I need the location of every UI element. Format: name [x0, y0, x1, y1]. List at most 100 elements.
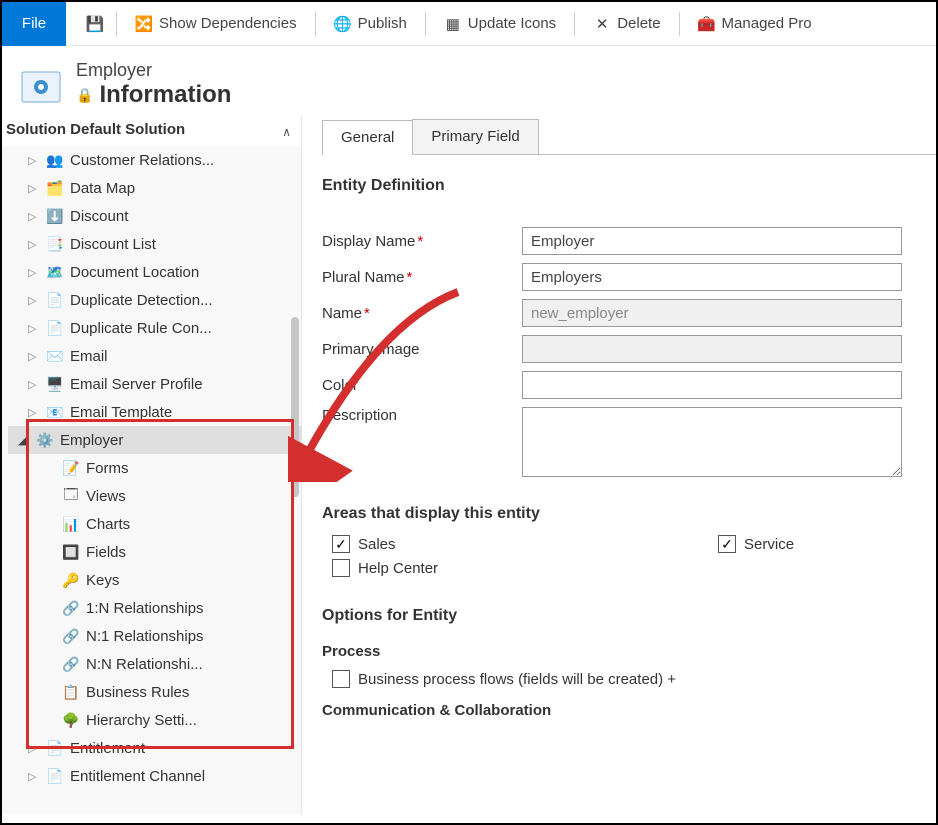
tree-item[interactable]: ▷🗺️Document Location	[8, 258, 301, 286]
entity-icon: 📑	[46, 235, 64, 253]
separator	[425, 12, 426, 36]
tree-subitem-views[interactable]: 🗔Views	[8, 482, 301, 510]
tree-item[interactable]: ▷📄Duplicate Rule Con...	[8, 314, 301, 342]
description-input[interactable]	[522, 407, 902, 477]
plural-name-input[interactable]	[522, 263, 902, 291]
checkbox-label: Sales	[358, 536, 396, 553]
tree-item[interactable]: ▷ 📄 Entitlement	[8, 734, 301, 762]
color-input[interactable]	[522, 371, 902, 399]
delete-icon: ✕	[593, 15, 611, 33]
entity-icon: ✉️	[46, 347, 64, 365]
show-dependencies-button[interactable]: 🔀 Show Dependencies	[129, 11, 303, 37]
expand-icon[interactable]: ▷	[28, 182, 40, 195]
main-area: Solution Default Solution ∧ ▷👥Customer R…	[2, 117, 936, 814]
tree-item-label: N:N Relationshi...	[86, 656, 203, 673]
field-display-name: Display Name*	[322, 223, 936, 259]
entity-name-title: Employer	[76, 60, 231, 81]
tree-item-label: Email Server Profile	[70, 376, 203, 393]
checkbox-icon	[332, 670, 350, 688]
checkbox-help-center[interactable]: Help Center	[332, 559, 438, 577]
expand-icon[interactable]: ▷	[28, 742, 40, 755]
tree-item[interactable]: ▷📧Email Template	[8, 398, 301, 426]
save-icon[interactable]: 💾	[86, 15, 104, 33]
tree-subitem-nn[interactable]: 🔗N:N Relationshi...	[8, 650, 301, 678]
tree-subitem-n1[interactable]: 🔗N:1 Relationships	[8, 622, 301, 650]
splitter-handle[interactable]: ⋮	[290, 466, 302, 470]
tree-item-employer[interactable]: ◢ ⚙️ Employer	[8, 426, 301, 454]
tab-strip: General Primary Field	[322, 119, 936, 155]
expand-icon[interactable]: ▷	[28, 770, 40, 783]
expand-icon[interactable]: ▷	[28, 266, 40, 279]
delete-label: Delete	[617, 15, 660, 32]
section-areas: Areas that display this entity	[322, 505, 936, 523]
areas-checkboxes: ✓Sales Help Center ✓Service	[332, 535, 936, 583]
separator	[116, 12, 117, 36]
entity-icon: 📄	[46, 739, 64, 757]
tree-item-label: Customer Relations...	[70, 152, 214, 169]
display-name-input[interactable]	[522, 227, 902, 255]
collapse-icon[interactable]: ◢	[18, 434, 30, 447]
entity-icon: 📄	[46, 319, 64, 337]
publish-button[interactable]: 🌐 Publish	[328, 11, 413, 37]
hierarchy-icon: 🌳	[62, 711, 80, 729]
tree-subitem-1n[interactable]: 🔗1:N Relationships	[8, 594, 301, 622]
gear-icon: ⚙️	[36, 431, 54, 449]
tree-subitem-forms[interactable]: 📝Forms	[8, 454, 301, 482]
file-button[interactable]: File	[2, 2, 66, 46]
checkbox-label: Help Center	[358, 560, 438, 577]
tree-item-label: Business Rules	[86, 684, 189, 701]
tree-item[interactable]: ▷🖥️Email Server Profile	[8, 370, 301, 398]
tree-item-label: Keys	[86, 572, 119, 589]
tree-item[interactable]: ▷ 📄 Entitlement Channel	[8, 762, 301, 790]
tree-item[interactable]: ▷📑Discount List	[8, 230, 301, 258]
tree-item-label: Charts	[86, 516, 130, 533]
tree-item-label: Employer	[60, 432, 123, 449]
checkbox-sales[interactable]: ✓Sales	[332, 535, 438, 553]
expand-icon[interactable]: ▷	[28, 350, 40, 363]
rules-icon: 📋	[62, 683, 80, 701]
expand-icon[interactable]: ▷	[28, 294, 40, 307]
tree-subitem-keys[interactable]: 🔑Keys	[8, 566, 301, 594]
tree-item[interactable]: ▷📄Duplicate Detection...	[8, 286, 301, 314]
tree-item-label: Entitlement Channel	[70, 768, 205, 785]
entity-icon: 📄	[46, 767, 64, 785]
tree-subitem-fields[interactable]: 🔲Fields	[8, 538, 301, 566]
managed-properties-button[interactable]: 🧰 Managed Pro	[692, 11, 818, 37]
name-label: Name*	[322, 305, 522, 322]
tree-item-label: Duplicate Detection...	[70, 292, 213, 309]
tree-subitem-hierarchy[interactable]: 🌳Hierarchy Setti...	[8, 706, 301, 734]
expand-icon[interactable]: ▷	[28, 322, 40, 335]
expand-icon[interactable]: ▷	[28, 238, 40, 251]
page-header: Employer 🔒 Information	[2, 46, 936, 117]
tree-item[interactable]: ▷⬇️Discount	[8, 202, 301, 230]
checkbox-label: Service	[744, 536, 794, 553]
tab-general[interactable]: General	[322, 120, 413, 155]
expand-icon[interactable]: ▷	[28, 378, 40, 391]
tab-primary-field[interactable]: Primary Field	[412, 119, 538, 154]
tree-item-label: Entitlement	[70, 740, 145, 757]
expand-icon[interactable]: ▷	[28, 210, 40, 223]
publish-label: Publish	[358, 15, 407, 32]
description-label: Description	[322, 407, 522, 424]
gear-box-icon: 🧰	[698, 15, 716, 33]
tree-subitem-bizrules[interactable]: 📋 Business Rules	[8, 678, 301, 706]
expand-icon[interactable]: ▷	[28, 406, 40, 419]
tree-item-label: Document Location	[70, 264, 199, 281]
primary-image-input[interactable]	[522, 335, 902, 363]
tree-item[interactable]: ▷✉️Email	[8, 342, 301, 370]
update-icons-button[interactable]: ▦ Update Icons	[438, 11, 562, 37]
field-color: Color	[322, 367, 936, 403]
publish-icon: 🌐	[334, 15, 352, 33]
tree-item[interactable]: ▷ 👥 Customer Relations...	[8, 146, 301, 174]
tree[interactable]: ∧ ▷👥Customer Relations... ▷🗂️Data Map ▷⬇…	[2, 146, 301, 814]
sidebar: Solution Default Solution ∧ ▷👥Customer R…	[2, 117, 302, 814]
tree-item[interactable]: ▷🗂️Data Map	[8, 174, 301, 202]
tree-subitem-charts[interactable]: 📊Charts	[8, 510, 301, 538]
checkbox-service[interactable]: ✓Service	[718, 535, 794, 553]
expand-icon[interactable]: ▷	[28, 154, 40, 167]
delete-button[interactable]: ✕ Delete	[587, 11, 666, 37]
separator	[315, 12, 316, 36]
entity-icon: 👥	[46, 151, 64, 169]
content-pane: General Primary Field Entity Definition …	[302, 117, 936, 814]
checkbox-bpf[interactable]: Business process flows (fields will be c…	[332, 670, 936, 688]
